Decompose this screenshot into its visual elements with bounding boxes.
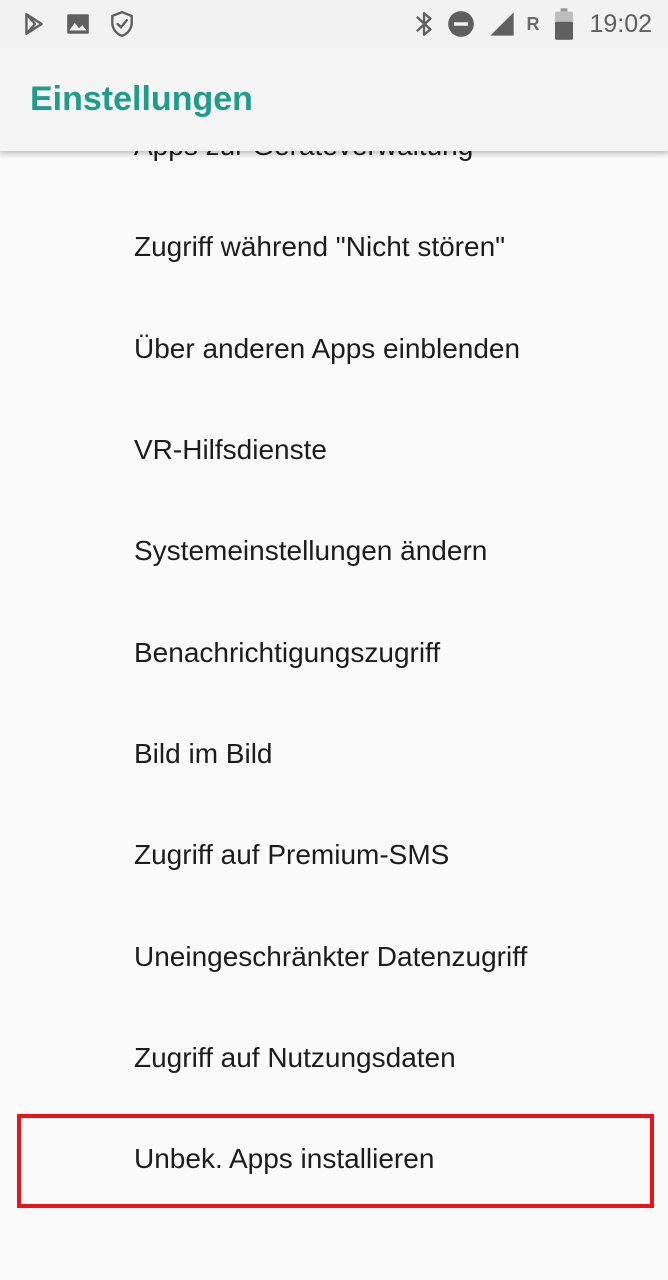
list-item-display-over-other-apps[interactable]: Über anderen Apps einblenden [0,298,668,399]
status-bar: R 19:02 [0,0,668,48]
list-item-modify-system-settings[interactable]: Systemeinstellungen ändern [0,500,668,601]
list-item-install-unknown-apps[interactable]: Unbek. Apps installieren [0,1108,668,1209]
list-item-label: VR-Hilfsdienste [134,434,327,465]
status-time: 19:02 [589,10,652,38]
list-item-label: Systemeinstellungen ändern [134,535,488,566]
list-item-label: Bild im Bild [134,738,273,769]
app-bar: Einstellungen [0,48,668,151]
list-item-label: Zugriff auf Nutzungsdaten [134,1042,456,1073]
settings-list: Apps zur Geräteverwaltung Zugriff währen… [0,0,668,1280]
image-icon [62,0,94,48]
list-item-unrestricted-data[interactable]: Uneingeschränkter Datenzugriff [0,906,668,1007]
list-item-vr-helper-services[interactable]: VR-Hilfsdienste [0,399,668,500]
page-title: Einstellungen [30,80,253,118]
list-item-do-not-disturb-access[interactable]: Zugriff während "Nicht stören" [0,196,668,297]
signal-icon [486,0,518,48]
do-not-disturb-icon [445,0,477,48]
list-item-label: Zugriff während "Nicht stören" [134,231,506,262]
list-item-usage-access[interactable]: Zugriff auf Nutzungsdaten [0,1007,668,1108]
list-item-label: Über anderen Apps einblenden [134,333,521,364]
bluetooth-icon [410,0,438,48]
list-item-premium-sms-access[interactable]: Zugriff auf Premium-SMS [0,804,668,905]
list-item-label: Unbek. Apps installieren [134,1143,435,1174]
list-item-label: Zugriff auf Premium-SMS [134,839,450,870]
list-item-notification-access[interactable]: Benachrichtigungszugriff [0,602,668,703]
list-item-label: Uneingeschränkter Datenzugriff [134,941,528,972]
battery-icon [552,0,576,48]
shield-check-icon [106,0,138,48]
list-item-picture-in-picture[interactable]: Bild im Bild [0,703,668,804]
play-store-icon [18,0,50,48]
list-item-label: Benachrichtigungszugriff [134,637,441,668]
roaming-indicator: R [526,13,540,34]
